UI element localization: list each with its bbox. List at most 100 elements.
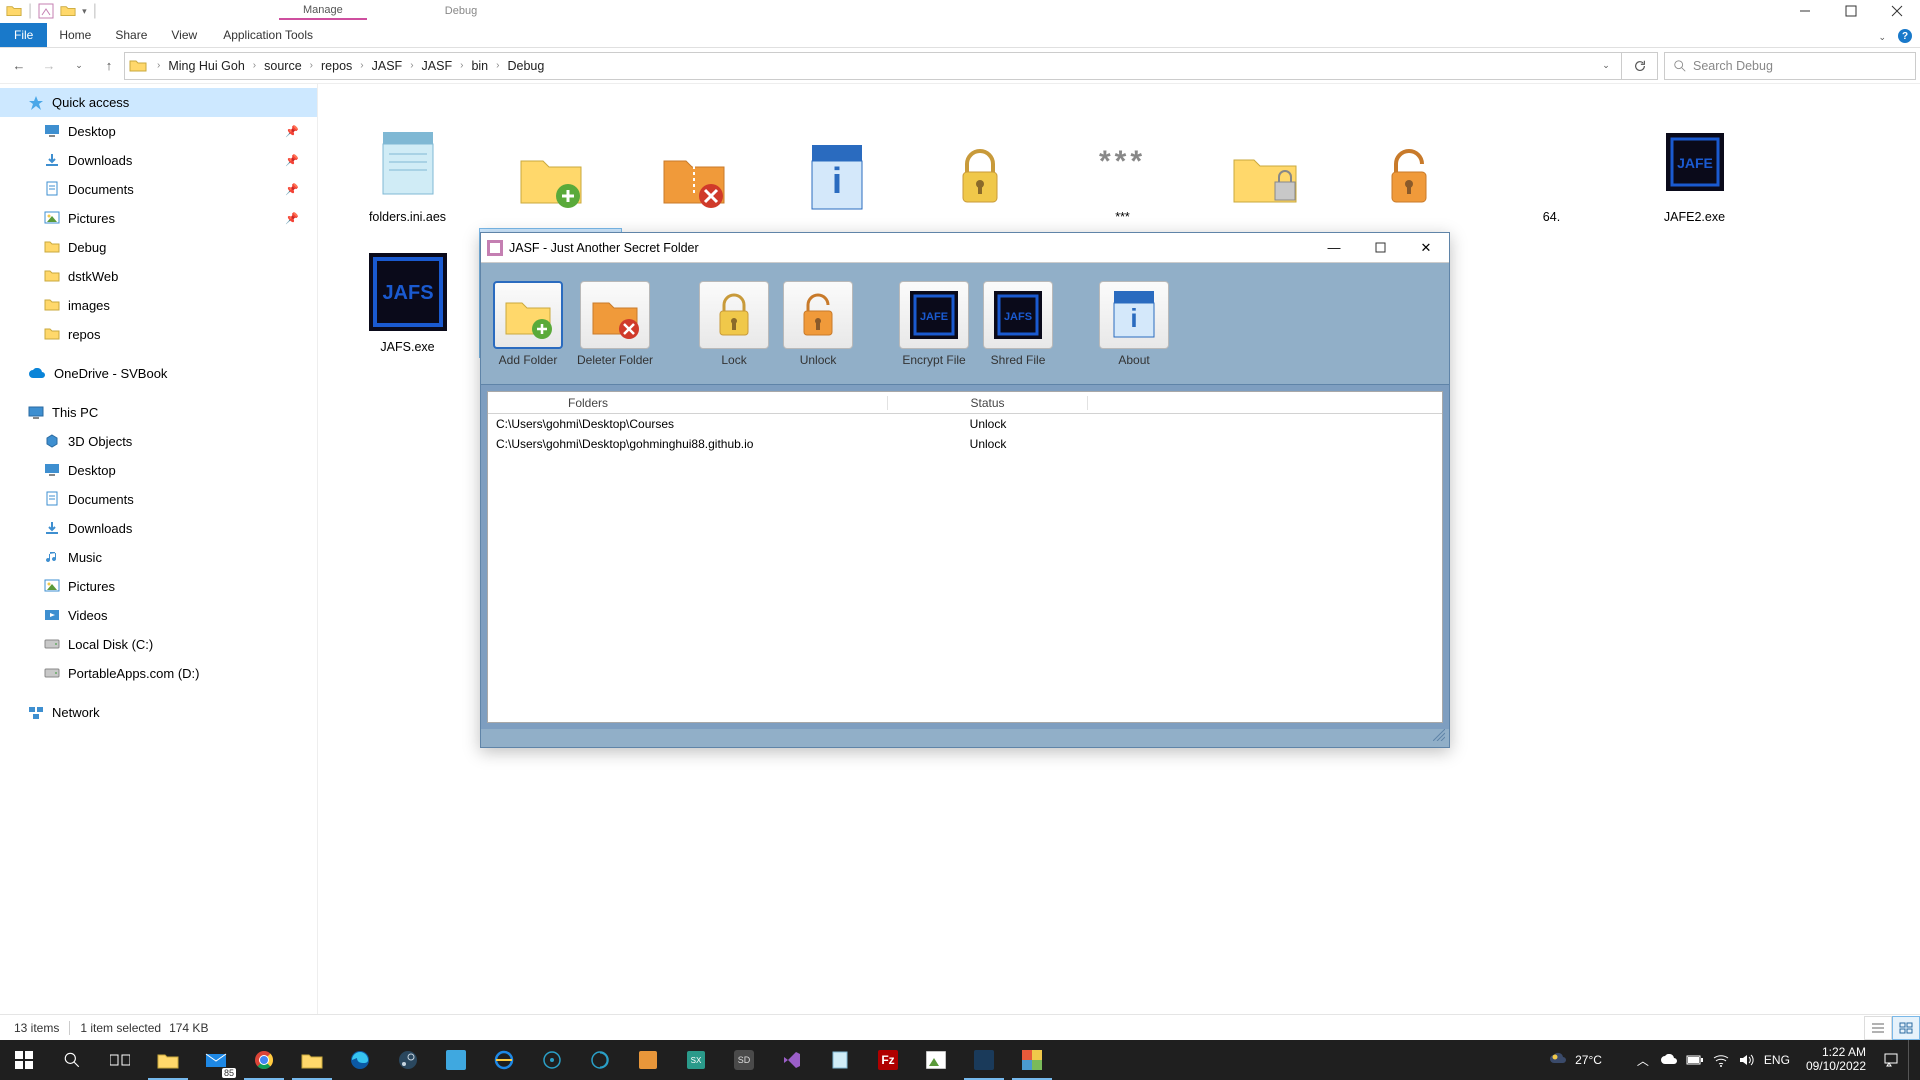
- taskbar-mail[interactable]: 85: [192, 1040, 240, 1080]
- taskbar-app-sd[interactable]: SD: [720, 1040, 768, 1080]
- taskbar-app-spiral[interactable]: [576, 1040, 624, 1080]
- taskbar-steam[interactable]: [384, 1040, 432, 1080]
- search-input[interactable]: Search Debug: [1664, 52, 1916, 80]
- taskbar-notepad[interactable]: [816, 1040, 864, 1080]
- tab-application-tools[interactable]: Application Tools: [211, 23, 325, 47]
- forward-button[interactable]: →: [34, 51, 64, 81]
- file-item[interactable]: [1337, 98, 1480, 228]
- chevron-right-icon[interactable]: ›: [306, 60, 317, 71]
- help-icon[interactable]: ?: [1898, 29, 1912, 43]
- nav-thispc-item[interactable]: Downloads: [0, 514, 317, 543]
- minimize-button[interactable]: [1782, 0, 1828, 22]
- qat-dropdown-icon[interactable]: ▾: [82, 6, 87, 17]
- jasf-folder-row[interactable]: C:\Users\gohmi\Desktop\gohminghui88.gith…: [488, 434, 1442, 454]
- breadcrumb-item[interactable]: Ming Hui Goh: [164, 59, 248, 73]
- breadcrumb-item[interactable]: JASF: [368, 59, 407, 73]
- file-item[interactable]: [622, 98, 765, 228]
- nav-thispc-item[interactable]: Local Disk (C:): [0, 630, 317, 659]
- ribbon-collapse-icon[interactable]: ⌄: [1870, 28, 1894, 47]
- tab-file[interactable]: File: [0, 23, 47, 47]
- nav-quick-item[interactable]: images: [0, 291, 317, 320]
- show-desktop-button[interactable]: [1908, 1040, 1914, 1080]
- taskbar-app-blue[interactable]: [432, 1040, 480, 1080]
- address-dropdown-icon[interactable]: ⌄: [1591, 60, 1621, 71]
- search-button[interactable]: [48, 1040, 96, 1080]
- file-item[interactable]: ******: [1051, 98, 1194, 228]
- jasf-maximize-button[interactable]: [1357, 234, 1403, 262]
- chevron-right-icon[interactable]: ›: [356, 60, 367, 71]
- jasf-folder-list[interactable]: Folders Status C:\Users\gohmi\Desktop\Co…: [487, 391, 1443, 723]
- taskbar-ie[interactable]: [480, 1040, 528, 1080]
- jasf-folder-row[interactable]: C:\Users\gohmi\Desktop\CoursesUnlock: [488, 414, 1442, 434]
- taskbar-app-teal[interactable]: SX: [672, 1040, 720, 1080]
- breadcrumb-item[interactable]: Debug: [503, 59, 548, 73]
- file-item[interactable]: [1194, 98, 1337, 228]
- jasf-minimize-button[interactable]: —: [1311, 234, 1357, 262]
- nav-thispc-item[interactable]: Desktop: [0, 456, 317, 485]
- chevron-right-icon[interactable]: ›: [153, 60, 164, 71]
- nav-quick-item[interactable]: Debug: [0, 233, 317, 262]
- file-item[interactable]: JAFEJAFE2.exe: [1623, 98, 1766, 228]
- refresh-button[interactable]: [1622, 52, 1658, 80]
- jasf-resize-grip[interactable]: [481, 729, 1449, 747]
- breadcrumb-item[interactable]: bin: [467, 59, 492, 73]
- up-button[interactable]: ↑: [94, 51, 124, 81]
- jasf-button-unlock[interactable]: Unlock: [781, 277, 855, 371]
- breadcrumb-item[interactable]: repos: [317, 59, 356, 73]
- nav-quick-item[interactable]: Downloads📌: [0, 146, 317, 175]
- tray-volume-icon[interactable]: [1738, 1051, 1756, 1069]
- file-item[interactable]: folders.ini.aes: [336, 98, 479, 228]
- nav-this-pc[interactable]: This PC: [0, 398, 317, 427]
- nav-onedrive[interactable]: OneDrive - SVBook: [0, 359, 317, 388]
- taskbar-app-dark[interactable]: [960, 1040, 1008, 1080]
- chevron-right-icon[interactable]: ›: [249, 60, 260, 71]
- maximize-button[interactable]: [1828, 0, 1874, 22]
- view-details-button[interactable]: [1864, 1016, 1892, 1040]
- tray-chevron-up-icon[interactable]: ︿: [1634, 1051, 1652, 1069]
- jasf-titlebar[interactable]: JASF - Just Another Secret Folder — ✕: [481, 233, 1449, 263]
- taskbar-visual-studio[interactable]: [768, 1040, 816, 1080]
- breadcrumb-item[interactable]: JASF: [418, 59, 457, 73]
- tray-onedrive-icon[interactable]: [1660, 1051, 1678, 1069]
- jasf-close-button[interactable]: ✕: [1403, 234, 1449, 262]
- jasf-button-deleter-folder[interactable]: Deleter Folder: [575, 277, 655, 371]
- nav-network[interactable]: Network: [0, 698, 317, 727]
- jasf-column-status[interactable]: Status: [888, 396, 1088, 410]
- nav-thispc-item[interactable]: 3D Objects: [0, 427, 317, 456]
- taskbar-app-image[interactable]: [912, 1040, 960, 1080]
- taskbar-explorer[interactable]: [144, 1040, 192, 1080]
- taskbar-edge[interactable]: [336, 1040, 384, 1080]
- tab-view[interactable]: View: [159, 23, 209, 47]
- file-item[interactable]: [479, 98, 622, 228]
- tray-clock[interactable]: 1:22 AM 09/10/2022: [1798, 1046, 1874, 1074]
- breadcrumb-item[interactable]: source: [260, 59, 306, 73]
- taskbar-app-circle[interactable]: [528, 1040, 576, 1080]
- tray-language[interactable]: ENG: [1764, 1053, 1790, 1067]
- jasf-button-encrypt-file[interactable]: JAFEEncrypt File: [897, 277, 971, 371]
- nav-quick-access[interactable]: Quick access: [0, 88, 317, 117]
- nav-quick-item[interactable]: Desktop📌: [0, 117, 317, 146]
- back-button[interactable]: ←: [4, 51, 34, 81]
- nav-thispc-item[interactable]: PortableApps.com (D:): [0, 659, 317, 688]
- address-bar[interactable]: › Ming Hui Goh › source › repos › JASF ›…: [124, 52, 1622, 80]
- tray-notifications-icon[interactable]: [1882, 1051, 1900, 1069]
- tray-battery-icon[interactable]: [1686, 1051, 1704, 1069]
- nav-quick-item[interactable]: Pictures📌: [0, 204, 317, 233]
- nav-thispc-item[interactable]: Videos: [0, 601, 317, 630]
- jasf-button-lock[interactable]: Lock: [697, 277, 771, 371]
- file-item[interactable]: 64.: [1480, 98, 1623, 228]
- task-view-button[interactable]: [96, 1040, 144, 1080]
- jasf-button-shred-file[interactable]: JAFSShred File: [981, 277, 1055, 371]
- taskbar-filezilla[interactable]: Fz: [864, 1040, 912, 1080]
- tab-home[interactable]: Home: [47, 23, 103, 47]
- jasf-button-add-folder[interactable]: Add Folder: [491, 277, 565, 371]
- jasf-button-about[interactable]: iAbout: [1097, 277, 1171, 371]
- view-icons-button[interactable]: [1892, 1016, 1920, 1040]
- taskbar-app-orange[interactable]: [624, 1040, 672, 1080]
- tab-share[interactable]: Share: [103, 23, 159, 47]
- taskbar-chrome[interactable]: [240, 1040, 288, 1080]
- tray-wifi-icon[interactable]: [1712, 1051, 1730, 1069]
- nav-thispc-item[interactable]: Music: [0, 543, 317, 572]
- nav-thispc-item[interactable]: Pictures: [0, 572, 317, 601]
- nav-thispc-item[interactable]: Documents: [0, 485, 317, 514]
